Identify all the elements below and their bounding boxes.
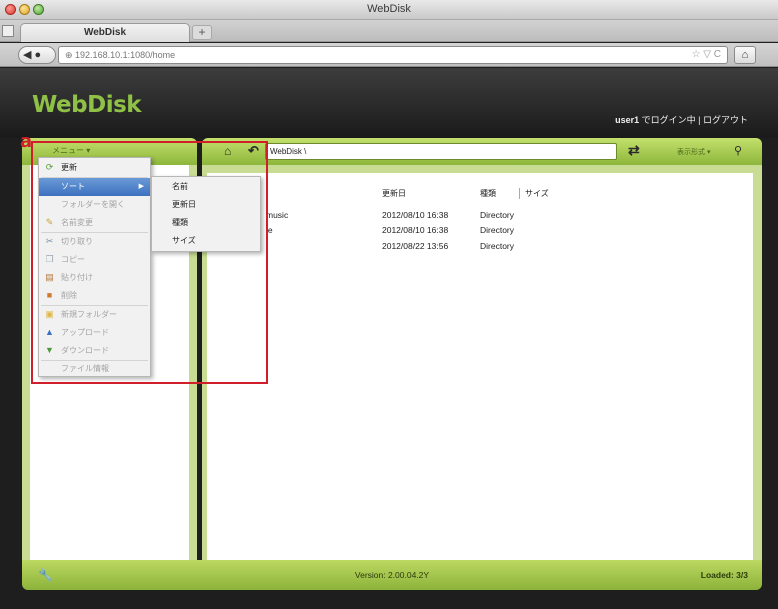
browser-window: WebDisk WebDisk + ◀ ● ⊕ 192.168.10.1:108…: [0, 0, 778, 609]
version-text: Version: 2.00.04.2Y: [354, 570, 430, 580]
browser-tab[interactable]: WebDisk: [20, 23, 190, 42]
url-text: ⊕ 192.168.10.1:1080/home: [65, 50, 176, 60]
view-format-dropdown[interactable]: 表示形式 ▾: [677, 147, 710, 157]
annotation-label: a: [20, 131, 33, 152]
file-type: Directory: [480, 225, 515, 235]
identity-icon: ●: [34, 49, 42, 61]
file-modified: 2012/08/22 13:56: [382, 241, 449, 251]
back-forward-button[interactable]: ◀ ●: [18, 46, 56, 64]
username: user1: [615, 115, 640, 125]
new-tab-button[interactable]: +: [192, 25, 212, 40]
app-header: WebDisk user1 でログイン中 | ログアウト: [0, 68, 778, 138]
path-input[interactable]: WebDisk \: [265, 143, 617, 160]
right-toolbar: ⌂ ↶ WebDisk \ ⇄ 表示形式 ▾ ⚲: [202, 138, 762, 165]
loaded-count: Loaded: 3/3: [700, 570, 748, 580]
refresh-icon[interactable]: ⇄: [628, 142, 640, 159]
login-status-text[interactable]: でログイン中 | ログアウト: [639, 115, 748, 125]
tab-strip: WebDisk +: [0, 20, 778, 42]
file-type: Directory: [480, 210, 515, 220]
browser-home-button[interactable]: ⌂: [734, 46, 756, 64]
file-type: Directory: [480, 241, 515, 251]
column-modified[interactable]: 更新日: [382, 188, 406, 199]
navigation-bar: ◀ ● ⊕ 192.168.10.1:1080/home ☆ ▽ C ⌂: [0, 43, 778, 67]
file-row[interactable]: 2012/08/22 13:56 Directory: [207, 241, 753, 257]
file-row[interactable]: music 2012/08/10 16:38 Directory: [207, 210, 753, 226]
file-list-pane: 更新日 種類 サイズ music 2012/08/10 16:38 Direct…: [202, 165, 762, 560]
file-list: 更新日 種類 サイズ music 2012/08/10 16:38 Direct…: [207, 173, 753, 560]
webdisk-logo: WebDisk: [32, 92, 142, 118]
url-actions[interactable]: ☆ ▽ C: [692, 47, 721, 63]
url-field[interactable]: ⊕ 192.168.10.1:1080/home ☆ ▽ C: [58, 46, 728, 64]
window-title: WebDisk: [367, 3, 411, 15]
column-size[interactable]: サイズ: [519, 188, 549, 199]
status-bar: 🔧 Version: 2.00.04.2Y Loaded: 3/3: [22, 560, 762, 590]
file-modified: 2012/08/10 16:38: [382, 225, 449, 235]
column-type[interactable]: 種類: [480, 188, 496, 199]
annotation-box: [31, 141, 268, 384]
file-name: music: [266, 210, 289, 220]
title-bar: WebDisk: [0, 0, 778, 20]
user-status: user1 でログイン中 | ログアウト: [615, 113, 748, 126]
search-icon[interactable]: ⚲: [734, 144, 742, 157]
file-list-header: 更新日 種類 サイズ: [207, 188, 753, 204]
file-row[interactable]: ie 2012/08/10 16:38 Directory: [207, 225, 753, 241]
tab-overview-icon[interactable]: [2, 25, 14, 37]
file-modified: 2012/08/10 16:38: [382, 210, 449, 220]
